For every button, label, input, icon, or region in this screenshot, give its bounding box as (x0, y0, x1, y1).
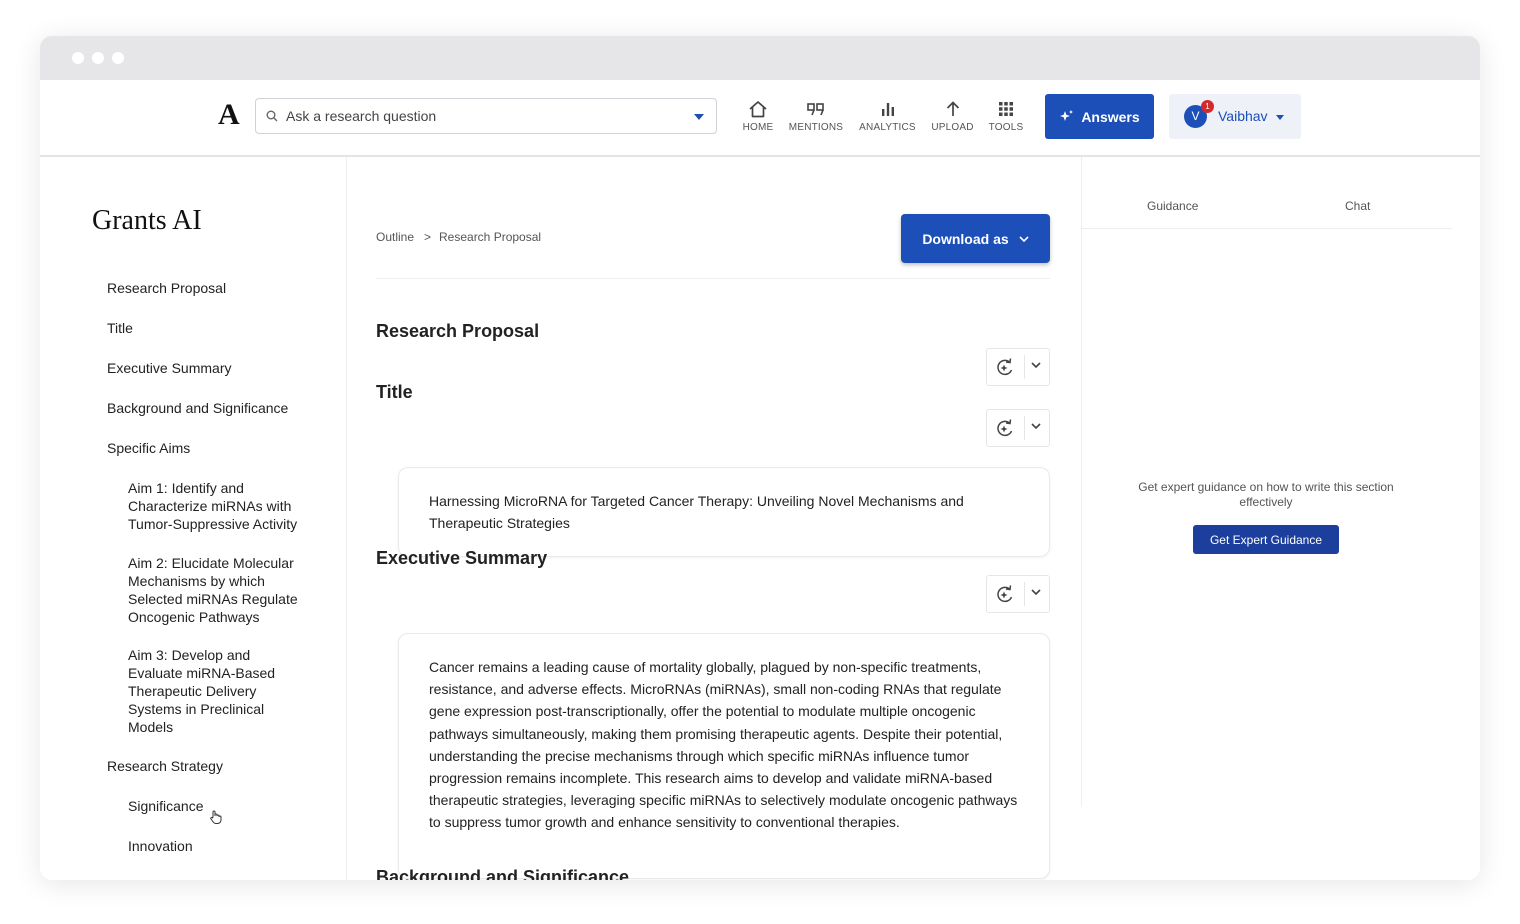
chevron-down-icon[interactable] (1031, 423, 1041, 429)
outline-sidebar: Grants AI Research Proposal Title Execut… (40, 157, 347, 880)
sidebar-item-aim-2[interactable]: Aim 2: Elucidate Molecular Mechanisms by… (128, 554, 314, 626)
tab-divider (1082, 228, 1452, 229)
download-as-button[interactable]: Download as (901, 214, 1050, 263)
nav-label: MENTIONS (788, 122, 844, 133)
sidebar-item-research-strategy[interactable]: Research Strategy (107, 757, 223, 775)
hand-cursor-icon (210, 810, 222, 824)
breadcrumb-separator: > (424, 230, 432, 244)
app-title: Grants AI (92, 205, 202, 236)
assistant-panel: Guidance Chat Get expert guidance on how… (1081, 157, 1452, 807)
search-input[interactable] (286, 99, 686, 133)
nav-label: UPLOAD (931, 122, 974, 133)
sidebar-item-title[interactable]: Title (107, 319, 133, 337)
chevron-down-icon[interactable] (1276, 115, 1284, 120)
window-dot[interactable] (112, 52, 124, 64)
section-controls (986, 348, 1050, 386)
control-separator (1024, 582, 1025, 606)
tab-guidance[interactable]: Guidance (1147, 199, 1198, 213)
chevron-down-icon[interactable] (1031, 589, 1041, 595)
sidebar-item-significance[interactable]: Significance (128, 797, 204, 815)
nav-label: TOOLS (988, 122, 1024, 133)
divider (376, 278, 1050, 279)
section-title-executive-summary: Executive Summary (376, 548, 548, 568)
sidebar-item-executive-summary[interactable]: Executive Summary (107, 359, 231, 377)
answers-label: Answers (1081, 108, 1140, 125)
breadcrumb-current: Research Proposal (439, 230, 542, 244)
section-title-background: Background and Significance (376, 867, 630, 880)
get-expert-guidance-button[interactable]: Get Expert Guidance (1193, 525, 1339, 554)
nav-tools[interactable]: TOOLS (986, 100, 1026, 140)
section-controls (986, 575, 1050, 613)
guidance-description: Get expert guidance on how to write this… (1138, 480, 1394, 509)
section-title-title: Title (376, 382, 413, 402)
section-controls (986, 409, 1050, 447)
nav-label: ANALYTICS (859, 122, 916, 133)
download-label: Download as (922, 230, 1009, 247)
sidebar-item-background[interactable]: Background and Significance (107, 399, 288, 417)
upload-arrow-icon (946, 101, 959, 116)
nav-analytics[interactable]: ANALYTICS (856, 100, 919, 140)
section-content-executive-summary[interactable]: Cancer remains a leading cause of mortal… (398, 633, 1050, 879)
app-logo[interactable]: A (218, 98, 240, 132)
nav-upload[interactable]: UPLOAD (929, 100, 976, 140)
control-separator (1024, 416, 1025, 440)
bar-chart-icon (881, 103, 894, 116)
user-menu[interactable]: V 1 Vaibhav (1169, 94, 1301, 139)
quote-icon (807, 103, 824, 116)
ai-rewrite-icon[interactable] (994, 357, 1016, 378)
tab-chat[interactable]: Chat (1345, 199, 1370, 213)
grid-icon (999, 102, 1013, 116)
sidebar-item-aim-3[interactable]: Aim 3: Develop and Evaluate miRNA-Based … (128, 646, 298, 736)
sidebar-item-aim-1[interactable]: Aim 1: Identify and Characterize miRNAs … (128, 479, 314, 533)
breadcrumb-root[interactable]: Outline (376, 230, 414, 244)
section-content-title[interactable]: Harnessing MicroRNA for Targeted Cancer … (398, 467, 1050, 557)
sidebar-item-research-proposal[interactable]: Research Proposal (107, 279, 226, 297)
notification-badge[interactable]: 1 (1201, 100, 1214, 113)
nav-label: HOME (742, 122, 774, 133)
sidebar-item-specific-aims[interactable]: Specific Aims (107, 439, 190, 457)
nav-mentions[interactable]: MENTIONS (786, 100, 846, 140)
search-box[interactable] (255, 98, 717, 134)
control-separator (1024, 355, 1025, 379)
chevron-down-icon (1019, 235, 1029, 242)
section-title-research-proposal: Research Proposal (376, 321, 540, 341)
sidebar-item-innovation[interactable]: Innovation (128, 837, 193, 855)
nav-home[interactable]: HOME (740, 100, 776, 140)
browser-window: A HOME MENTIONS (40, 36, 1480, 880)
window-dot[interactable] (92, 52, 104, 64)
document-editor: Outline > Research Proposal Download as … (376, 157, 1052, 880)
sparkle-icon (1060, 110, 1074, 121)
search-dropdown-icon[interactable] (694, 114, 704, 120)
answers-button[interactable]: Answers (1045, 94, 1154, 139)
window-dot[interactable] (72, 52, 84, 64)
ai-rewrite-icon[interactable] (994, 418, 1016, 439)
user-name: Vaibhav (1218, 108, 1268, 124)
search-icon (266, 110, 278, 122)
chevron-down-icon[interactable] (1031, 362, 1041, 368)
window-titlebar (40, 36, 1480, 80)
home-icon (749, 101, 767, 118)
top-navigation-bar: A HOME MENTIONS (40, 80, 1480, 157)
ai-rewrite-icon[interactable] (994, 584, 1016, 605)
